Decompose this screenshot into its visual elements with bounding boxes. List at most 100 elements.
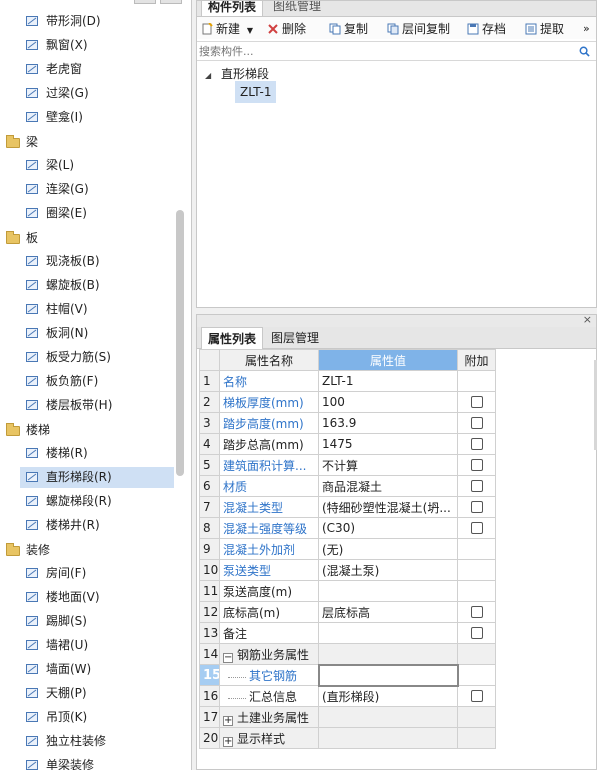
property-row[interactable]: 9 混凝土外加剂 (无) (199, 538, 496, 560)
component-item-zlt-1[interactable]: ZLT-1 (235, 81, 277, 103)
tree-item[interactable]: 柱帽(V) (0, 298, 178, 320)
tree-item[interactable]: 老虎窗 (0, 58, 178, 80)
toolbar-overflow-button[interactable]: » (583, 20, 590, 38)
tree-item[interactable]: 连梁(G) (0, 178, 178, 200)
extra-checkbox[interactable] (470, 690, 483, 702)
tab-drawing-management[interactable]: 图纸管理 (267, 1, 327, 16)
search-icon[interactable] (579, 46, 590, 57)
extract-button[interactable]: 提取 (525, 20, 564, 38)
tree-category[interactable]: 装修 (0, 539, 178, 561)
property-row[interactable]: 20 + 显示样式 (199, 727, 496, 749)
top-button-stub[interactable] (134, 0, 156, 4)
close-icon[interactable]: × (583, 313, 592, 326)
search-input[interactable] (199, 43, 569, 60)
extra-checkbox[interactable] (470, 501, 483, 513)
property-value[interactable]: 163.9 (318, 412, 458, 434)
tree-item[interactable]: 墙面(W) (0, 658, 178, 680)
tree-item[interactable]: 板受力筋(S) (0, 346, 178, 368)
tree-item[interactable]: 板洞(N) (0, 322, 178, 344)
property-row[interactable]: 10 泵送类型 (混凝土泵) (199, 559, 496, 581)
property-value[interactable]: 层底标高 (318, 601, 458, 623)
extra-checkbox[interactable] (470, 417, 483, 429)
tab-layer-management[interactable]: 图层管理 (265, 327, 325, 349)
tree-item[interactable]: 飘窗(X) (0, 34, 178, 56)
tree-item[interactable]: 踢脚(S) (0, 610, 178, 632)
property-value[interactable]: 商品混凝土 (318, 475, 458, 497)
property-value[interactable] (317, 663, 459, 687)
tree-item[interactable]: 吊顶(K) (0, 706, 178, 728)
chevron-down-icon[interactable]: ▼ (247, 26, 253, 35)
tree-item[interactable]: 螺旋梯段(R) (0, 490, 178, 512)
property-row[interactable]: 15 其它钢筋 (199, 663, 496, 687)
tree-item[interactable]: 直形梯段(R) (0, 466, 178, 488)
tree-scrollbar[interactable] (176, 210, 184, 476)
tree-item[interactable]: 梁(L) (0, 154, 178, 176)
expand-icon[interactable]: + (223, 715, 233, 726)
property-row[interactable]: 1 名称 ZLT-1 (199, 370, 496, 392)
tree-item[interactable]: 圈梁(E) (0, 202, 178, 224)
new-button[interactable]: 新建 ▼ (201, 20, 253, 38)
property-value[interactable]: (C30) (318, 517, 458, 539)
property-value[interactable]: (特细砂塑性混凝土(坍... (318, 496, 458, 518)
property-value[interactable] (318, 622, 458, 644)
property-value[interactable] (318, 706, 458, 728)
property-value[interactable]: ZLT-1 (318, 370, 458, 392)
property-row[interactable]: 3 踏步高度(mm) 163.9 (199, 412, 496, 434)
extra-checkbox[interactable] (470, 438, 483, 450)
property-row[interactable]: 2 梯板厚度(mm) 100 (199, 391, 496, 413)
tree-item[interactable]: 楼层板带(H) (0, 394, 178, 416)
tree-item[interactable]: 过梁(G) (0, 82, 178, 104)
tree-item[interactable]: 楼梯井(R) (0, 514, 178, 536)
tree-item[interactable]: 房间(F) (0, 562, 178, 584)
tree-item[interactable]: 现浇板(B) (0, 250, 178, 272)
tree-item[interactable]: 独立柱装修 (0, 730, 178, 752)
tab-component-list[interactable]: 构件列表 (201, 1, 264, 16)
property-value[interactable] (318, 727, 458, 749)
tree-item[interactable]: 带形洞(D) (0, 10, 178, 32)
tree-item[interactable]: 单梁装修 (0, 754, 178, 770)
extra-checkbox[interactable] (470, 459, 483, 471)
tree-category[interactable]: 板 (0, 227, 178, 249)
property-value[interactable] (318, 643, 458, 665)
tree-item[interactable]: 螺旋板(B) (0, 274, 178, 296)
delete-button[interactable]: 删除 (267, 20, 306, 38)
tree-category[interactable]: 梁 (0, 131, 178, 153)
top-button-stub[interactable] (160, 0, 182, 4)
save-archive-button[interactable]: 存档 (467, 20, 506, 38)
property-value[interactable]: (无) (318, 538, 458, 560)
property-row[interactable]: 6 材质 商品混凝土 (199, 475, 496, 497)
property-value[interactable]: 100 (318, 391, 458, 413)
property-value[interactable]: 1475 (318, 433, 458, 455)
tree-item[interactable]: 板负筋(F) (0, 370, 178, 392)
property-row[interactable]: 13 备注 (199, 622, 496, 644)
tab-property-list[interactable]: 属性列表 (201, 327, 264, 349)
property-row[interactable]: 11 泵送高度(m) (199, 580, 496, 602)
property-row[interactable]: 5 建筑面积计算... 不计算 (199, 454, 496, 476)
property-row[interactable]: 14− 钢筋业务属性 (199, 643, 496, 665)
tree-item[interactable]: 壁龛(I) (0, 106, 178, 128)
tree-item[interactable]: 天棚(P) (0, 682, 178, 704)
tree-item[interactable]: 楼地面(V) (0, 586, 178, 608)
tree-item[interactable]: 楼梯(R) (0, 442, 178, 464)
expand-icon[interactable]: + (223, 736, 233, 747)
extra-checkbox[interactable] (470, 627, 483, 639)
extra-checkbox[interactable] (470, 606, 483, 618)
property-value[interactable]: (混凝土泵) (318, 559, 458, 581)
tree-category[interactable]: 楼梯 (0, 419, 178, 441)
property-row[interactable]: 16 汇总信息 (直形梯段) (199, 685, 496, 707)
extra-checkbox[interactable] (470, 480, 483, 492)
extra-checkbox[interactable] (470, 522, 483, 534)
property-value[interactable] (318, 580, 458, 602)
floor-copy-button[interactable]: 层间复制 (387, 20, 450, 38)
property-row[interactable]: 12 底标高(m) 层底标高 (199, 601, 496, 623)
property-value[interactable]: (直形梯段) (318, 685, 458, 707)
tree-item[interactable]: 墙裙(U) (0, 634, 178, 656)
collapse-icon[interactable]: − (223, 652, 233, 663)
tree-root-label[interactable]: 直形梯段 (221, 67, 269, 81)
property-row[interactable]: 8 混凝土强度等级 (C30) (199, 517, 496, 539)
copy-button[interactable]: 复制 (329, 20, 368, 38)
property-value[interactable]: 不计算 (318, 454, 458, 476)
collapse-triangle-icon[interactable]: ◢ (205, 71, 211, 80)
property-row[interactable]: 7 混凝土类型 (特细砂塑性混凝土(坍... (199, 496, 496, 518)
extra-checkbox[interactable] (470, 396, 483, 408)
